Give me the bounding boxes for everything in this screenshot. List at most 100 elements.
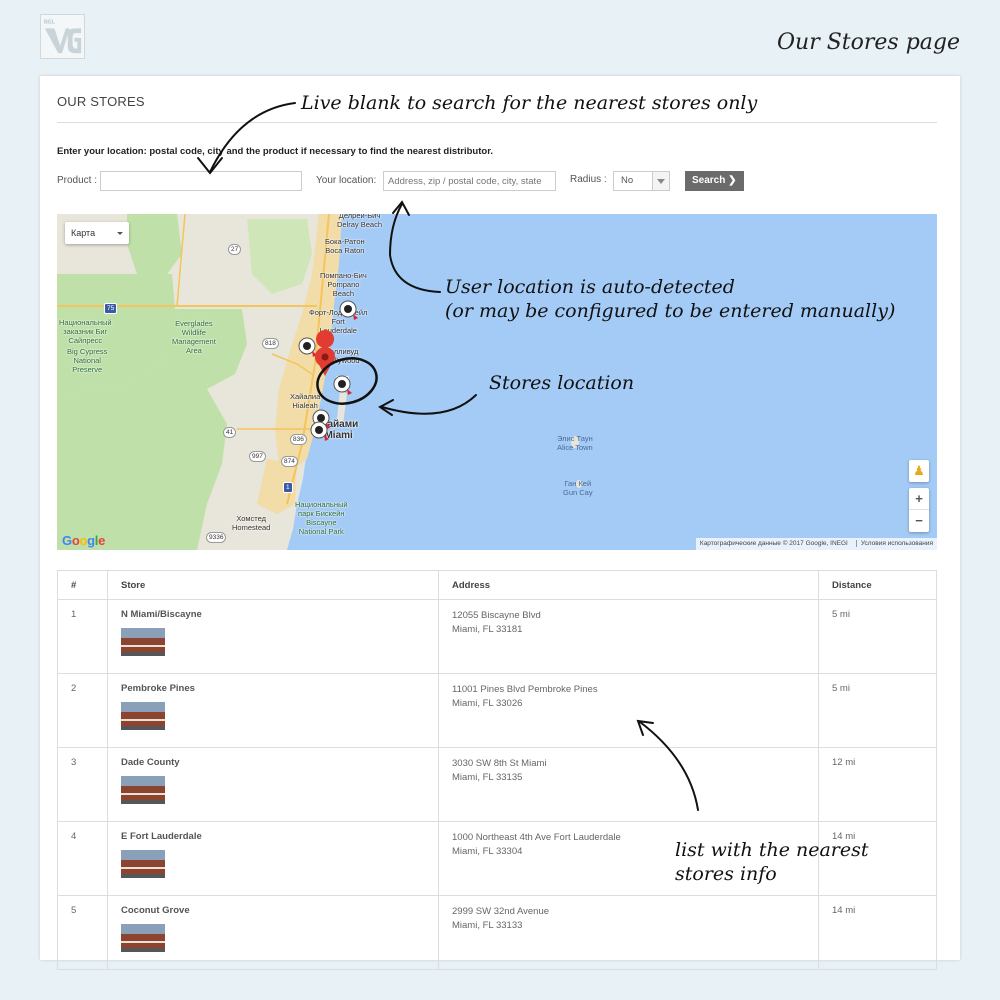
store-name[interactable]: Pembroke Pines <box>121 683 195 694</box>
page-caption: Our Stores page <box>777 30 960 55</box>
road-badge: 9336 <box>206 532 227 543</box>
road-badge: 1 <box>283 482 293 493</box>
store-name[interactable]: N Miami/Biscayne <box>121 609 202 620</box>
svg-text:BEL: BEL <box>44 20 56 26</box>
annotation-search-hint: Live blank to search for the nearest sto… <box>301 92 758 114</box>
store-photo <box>121 776 165 804</box>
distance-cell: 5 mi <box>818 599 937 674</box>
radius-select[interactable]: No <box>613 171 670 191</box>
address-line: 12055 Biscayne Blvd <box>452 610 541 621</box>
store-cell: N Miami/Biscayne <box>107 599 439 674</box>
annotation-stores-hint: Stores location <box>489 372 635 394</box>
map-label-preserve-en: Big Cypress National Preserve <box>67 347 108 374</box>
radius-label: Radius : <box>570 174 607 185</box>
column-header-store: Store <box>107 570 439 600</box>
map-attribution: Картографические данные © 2017 Google, I… <box>695 538 937 550</box>
distance-cell: 5 mi <box>818 673 937 748</box>
zoom-in-button[interactable]: + <box>909 488 929 510</box>
radius-value: No <box>621 175 634 186</box>
address-city: Miami, FL 33026 <box>452 698 523 709</box>
map-label-fort-lauderdale: Форт-Лодердейл Fort Lauderdale <box>309 308 368 335</box>
address-cell: 12055 Biscayne Blvd Miami, FL 33181 <box>438 599 819 674</box>
map-data-credit: Картографические данные © 2017 Google, I… <box>699 540 848 547</box>
annotation-location-hint: User location is auto-detected <box>445 276 735 298</box>
title-divider <box>57 122 937 123</box>
road-badge: 75 <box>104 303 118 314</box>
column-header-number: # <box>57 570 108 600</box>
address-line: 2999 SW 32nd Avenue <box>452 906 550 917</box>
store-photo <box>121 850 165 878</box>
store-photo <box>121 628 165 656</box>
road-badge: 27 <box>228 244 242 255</box>
map-terms-link[interactable]: Условия использования <box>855 540 933 547</box>
column-header-distance: Distance <box>818 570 937 600</box>
store-photo <box>121 924 165 952</box>
map-label-wildlife: Everglades Wildlife Management Area <box>172 319 216 355</box>
row-number: 2 <box>57 673 108 748</box>
store-photo <box>121 702 165 730</box>
store-name[interactable]: E Fort Lauderdale <box>121 831 202 842</box>
zoom-out-button[interactable]: − <box>909 510 929 532</box>
zoom-controls: + − <box>909 488 929 532</box>
road-badge: 95 <box>336 376 350 387</box>
road-badge: 41 <box>223 427 237 438</box>
annotation-location-hint-2: (or may be configured to be entered manu… <box>445 300 896 322</box>
map-label-alice-town: Элис Таун Alice Town <box>557 434 593 452</box>
map-type-select[interactable]: Карта <box>65 222 129 244</box>
store-name[interactable]: Dade County <box>121 757 180 768</box>
road-badge: 874 <box>281 456 298 467</box>
road-badge: 818 <box>262 338 279 349</box>
map-label-hialeah: Хайалиа Hialeah <box>290 392 321 410</box>
row-number: 3 <box>57 747 108 822</box>
brand-logo: BEL <box>40 14 85 59</box>
location-input[interactable] <box>383 171 556 191</box>
google-logo: Google <box>62 533 106 548</box>
map-label-homestead: Хомстед Homestead <box>232 514 271 532</box>
map-label-biscayne: Национальный парк Бискейн Biscayne National… <box>295 500 348 536</box>
table-row[interactable]: 3 Dade County 3030 SW 8th St Miami Miami,… <box>57 747 937 822</box>
map-label-gun-cay: Ган Кей Gun Cay <box>563 479 593 497</box>
distance-cell: 14 mi <box>818 895 937 970</box>
table-row[interactable]: 5 Coconut Grove 2999 SW 32nd Avenue Miami… <box>57 895 937 970</box>
search-button[interactable]: Search ❯ <box>685 171 744 191</box>
table-row[interactable]: 2 Pembroke Pines 11001 Pines Blvd Pembro… <box>57 673 937 748</box>
road-badge: 836 <box>290 434 307 445</box>
stores-table: # Store Address Distance 1 N Miami/Bisca… <box>57 570 937 970</box>
intro-text: Enter your location: postal code, city a… <box>57 146 494 157</box>
stores-panel: OUR STORES Enter your location: postal c… <box>40 76 960 970</box>
annotation-list-hint: list with the nearest <box>675 839 869 861</box>
address-line: 3030 SW 8th St Miami <box>452 758 547 769</box>
address-cell: 11001 Pines Blvd Pembroke Pines Miami, FL… <box>438 673 819 748</box>
store-cell: E Fort Lauderdale <box>107 821 439 896</box>
annotation-list-hint-2: stores info <box>675 863 777 885</box>
map-label-boca: Бока-Ратон Boca Raton <box>325 237 365 255</box>
address-line: 11001 Pines Blvd Pembroke Pines <box>452 684 598 695</box>
column-header-address: Address <box>438 570 819 600</box>
store-cell: Dade County <box>107 747 439 822</box>
map-label-delray: Делрей-Бич Delray Beach <box>337 214 383 229</box>
map-label-pompano: Помпано-Бич Pompano Beach <box>320 271 367 298</box>
product-label: Product : <box>57 175 98 186</box>
road-badge: 997 <box>249 451 266 462</box>
distance-cell: 12 mi <box>818 747 937 822</box>
address-city: Miami, FL 33135 <box>452 772 523 783</box>
address-cell: 3030 SW 8th St Miami Miami, FL 33135 <box>438 747 819 822</box>
row-number: 4 <box>57 821 108 896</box>
map-label-preserve-ru: Национальный заказник Биг Сайпресс <box>59 318 112 345</box>
table-row[interactable]: 1 N Miami/Biscayne 12055 Biscayne Blvd Mi… <box>57 599 937 674</box>
table-header-row: # Store Address Distance <box>57 570 937 600</box>
store-cell: Coconut Grove <box>107 895 439 970</box>
address-city: Miami, FL 33133 <box>452 920 523 931</box>
location-label: Your location: <box>316 175 377 186</box>
map-label-miami: Майами Miami <box>319 419 359 441</box>
store-name[interactable]: Coconut Grove <box>121 905 190 916</box>
row-number: 5 <box>57 895 108 970</box>
address-city: Miami, FL 33181 <box>452 624 523 635</box>
product-input[interactable] <box>100 171 302 191</box>
street-view-pegman-icon[interactable]: ♟ <box>909 460 929 482</box>
page-title: OUR STORES <box>57 94 145 109</box>
map-label-hollywood: Голливуд Hollywood <box>325 347 360 365</box>
row-number: 1 <box>57 599 108 674</box>
address-cell: 2999 SW 32nd Avenue Miami, FL 33133 <box>438 895 819 970</box>
store-cell: Pembroke Pines <box>107 673 439 748</box>
